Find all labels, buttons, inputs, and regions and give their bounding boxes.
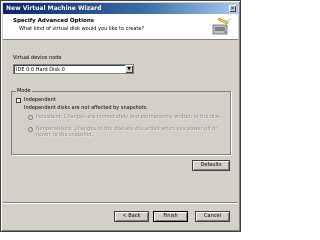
header-title: Specify Advanced Options (13, 18, 95, 24)
title-bar[interactable]: New Virtual Machine Wizard × (3, 3, 238, 14)
independent-label[interactable]: Independent (24, 97, 56, 103)
device-node-select[interactable]: IDE 0:0 Hard Disk 0 ▼ (13, 64, 134, 74)
device-node-value: IDE 0:0 Hard Disk 0 (16, 66, 65, 73)
independent-checkbox[interactable] (16, 98, 21, 103)
close-icon[interactable]: × (229, 5, 236, 12)
header-subtitle: What kind of virtual disk would you like… (19, 26, 145, 32)
wizard-disk-icon (212, 17, 231, 35)
wizard-header: Specify Advanced Options What kind of vi… (3, 14, 238, 40)
window-title: New Virtual Machine Wizard (6, 5, 102, 12)
mode-legend: Mode (16, 88, 32, 94)
footer-separator (3, 202, 238, 204)
defaults-button[interactable]: Defaults (192, 160, 230, 171)
nonpersistent-label[interactable]: Nonpersistent: Changes to the disk are d… (36, 126, 226, 138)
cancel-button[interactable]: Cancel (195, 211, 230, 222)
independent-description: Independent disks are not affected by sn… (24, 105, 148, 111)
finish-button[interactable]: Finish (153, 211, 188, 222)
mode-group: Mode Independent Independent disks are n… (11, 88, 231, 155)
device-node-label: Virtual device node (13, 55, 62, 61)
persistent-radio[interactable] (28, 115, 33, 120)
nonpersistent-radio[interactable] (28, 127, 33, 132)
back-button[interactable]: < Back (114, 211, 149, 222)
chevron-down-icon[interactable]: ▼ (125, 65, 133, 73)
wizard-window: New Virtual Machine Wizard × Specify Adv… (0, 0, 241, 232)
persistent-label[interactable]: Persistent: Changes are immediately and … (36, 114, 226, 120)
